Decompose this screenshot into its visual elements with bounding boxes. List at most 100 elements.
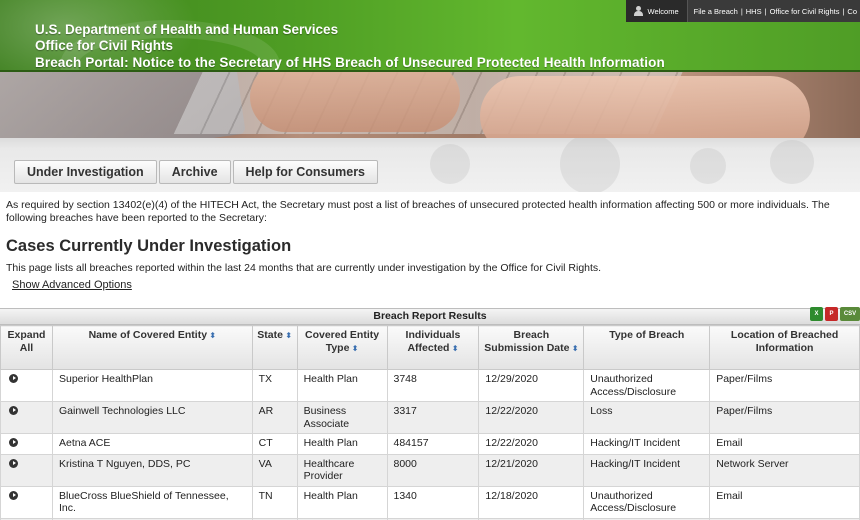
entity-type-cell: Health Plan (296, 485, 388, 519)
breach-type-cell: Unauthorized Access/Disclosure (583, 369, 711, 402)
sort-icon[interactable]: ⬍ (349, 344, 359, 353)
table-row: Superior HealthPlan TX Health Plan 3748 12/2… (0, 369, 860, 402)
breach-results-table: Expand All Name of Covered Entity ⬍ State … (0, 325, 860, 520)
expand-row-icon[interactable] (9, 438, 18, 447)
location-cell: Email (709, 433, 860, 455)
hand-shape (250, 72, 460, 132)
banner-photo (0, 72, 860, 138)
tab-under-investigation[interactable]: Under Investigation (14, 160, 157, 184)
location-cell: Network Server (709, 453, 860, 487)
column-expand-all[interactable]: Expand All (0, 325, 53, 370)
utility-links: File a Breach | HHS | Office for Civil R… (688, 7, 860, 16)
affected-cell: 484157 (386, 433, 480, 455)
state-cell: AR (251, 401, 298, 434)
page-subtitle: This page lists all breaches reported wi… (6, 262, 602, 274)
entity-type-cell: Health Plan (296, 433, 388, 455)
breach-type-cell: Hacking/IT Incident (583, 433, 711, 455)
location-cell: Email (709, 485, 860, 519)
column-label: Location of Breached Information (730, 329, 839, 354)
breach-type-cell: Hacking/IT Incident (583, 453, 711, 487)
column-entity-type[interactable]: Covered Entity Type ⬍ (296, 325, 388, 370)
location-cell: Paper/Films (709, 369, 860, 402)
expand-row-icon[interactable] (9, 406, 18, 415)
entity-name-cell: Gainwell Technologies LLC (51, 401, 253, 434)
background-icon (430, 144, 470, 184)
expand-cell (0, 369, 53, 402)
intro-text: As required by section 13402(e)(4) of th… (6, 199, 830, 224)
excel-export-icon[interactable]: X (810, 307, 823, 321)
background-icon (560, 138, 620, 192)
link-separator: | (764, 6, 767, 16)
background-icon (690, 148, 726, 184)
expand-cell (0, 433, 53, 455)
column-label: Covered Entity Type (304, 329, 380, 354)
state-cell: CT (251, 433, 298, 455)
sort-icon[interactable]: ⬍ (207, 331, 216, 340)
column-label: Breach Submission Date (484, 329, 570, 354)
contact-link[interactable]: Co (847, 7, 857, 16)
affected-cell: 1340 (386, 485, 480, 519)
entity-type-cell: Business Associate (296, 401, 388, 434)
column-breach-type: Type of Breach (583, 325, 711, 370)
entity-name-cell: Aetna ACE (51, 433, 253, 455)
expand-cell (0, 453, 53, 487)
column-individuals-affected[interactable]: Individuals Affected ⬍ (386, 325, 480, 370)
table-body: Superior HealthPlan TX Health Plan 3748 12/2… (0, 369, 860, 520)
expand-cell (0, 485, 53, 519)
submission-date-cell: 12/21/2020 (478, 453, 585, 487)
tab-archive[interactable]: Archive (158, 160, 231, 184)
affected-cell: 8000 (386, 453, 480, 487)
entity-name-cell: Superior HealthPlan (51, 369, 253, 402)
column-label: State (257, 329, 283, 341)
person-icon (633, 6, 643, 16)
welcome-menu[interactable]: Welcome (625, 0, 688, 22)
page-title: Cases Currently Under Investigation (6, 237, 292, 255)
state-cell: TX (251, 369, 298, 402)
sort-icon[interactable]: ⬍ (569, 344, 579, 353)
state-cell: VA (251, 453, 298, 487)
breach-type-cell: Loss (583, 401, 711, 434)
entity-type-cell: Health Plan (296, 369, 388, 402)
file-breach-link[interactable]: File a Breach (694, 7, 738, 16)
link-separator: | (740, 6, 743, 16)
entity-name-cell: BlueCross BlueShield of Tennessee, Inc. (51, 485, 253, 519)
column-submission-date[interactable]: Breach Submission Date ⬍ (478, 325, 585, 370)
submission-date-cell: 12/29/2020 (478, 369, 585, 402)
affected-cell: 3317 (386, 401, 480, 434)
main-nav: Under Investigation Archive Help for Con… (14, 160, 379, 184)
table-row: Gainwell Technologies LLC AR Business Asso… (0, 401, 860, 434)
welcome-label: Welcome (647, 6, 679, 16)
table-row: Aetna ACE CT Health Plan 484157 12/22/2020 Ha… (0, 433, 860, 455)
advanced-options-link[interactable]: Show Advanced Options (12, 279, 132, 291)
location-cell: Paper/Films (709, 401, 860, 434)
column-state[interactable]: State ⬍ (251, 325, 298, 370)
csv-export-icon[interactable]: CSV (840, 307, 860, 321)
expand-row-icon[interactable] (9, 490, 18, 500)
tab-help-for-consumers[interactable]: Help for Consumers (232, 160, 379, 184)
utility-bar: Welcome File a Breach | HHS | Office for… (625, 0, 860, 22)
hhs-link[interactable]: HHS (746, 7, 762, 16)
expand-cell (0, 401, 53, 434)
pdf-export-icon[interactable]: P (825, 307, 838, 321)
column-covered-entity[interactable]: Name of Covered Entity ⬍ (51, 325, 253, 370)
expand-row-icon[interactable] (9, 374, 18, 383)
sort-icon[interactable]: ⬍ (283, 331, 292, 340)
hand-shape (480, 76, 810, 138)
sort-icon[interactable]: ⬍ (449, 344, 459, 353)
state-cell: TN (251, 485, 298, 519)
breach-type-cell: Unauthorized Access/Disclosure (583, 485, 711, 519)
column-label: Expand All (7, 329, 46, 354)
table-row: Kristina T Nguyen, DDS, PC VA Healthcare P… (0, 453, 860, 487)
entity-type-cell: Healthcare Provider (296, 453, 388, 487)
ocr-link[interactable]: Office for Civil Rights (770, 7, 840, 16)
agency-name: U.S. Department of Health and Human Serv… (35, 22, 339, 37)
column-breach-location: Location of Breached Information (709, 325, 860, 370)
column-label: Type of Breach (609, 329, 685, 341)
table-row: BlueCross BlueShield of Tennessee, Inc. T… (0, 485, 860, 519)
column-label: Name of Covered Entity (88, 329, 208, 341)
table-header-row: Expand All Name of Covered Entity ⬍ State … (0, 325, 860, 370)
results-title: Breach Report Results (0, 308, 860, 325)
background-icon (770, 140, 814, 184)
submission-date-cell: 12/18/2020 (478, 485, 585, 519)
expand-row-icon[interactable] (9, 458, 18, 468)
